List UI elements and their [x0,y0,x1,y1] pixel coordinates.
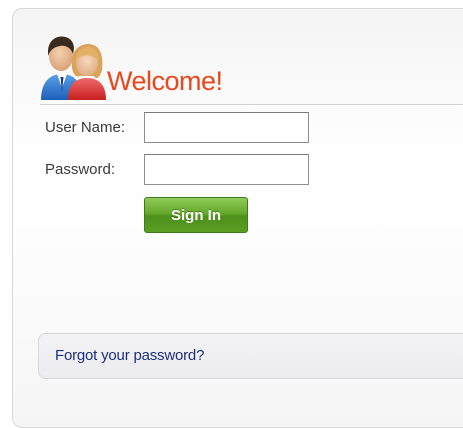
username-label: User Name: [45,119,126,136]
header-divider [40,104,463,105]
forgot-password-link[interactable]: Forgot your password? [55,347,204,365]
password-field[interactable] [144,154,309,185]
sign-in-button[interactable]: Sign In [144,197,248,233]
users-icon [41,36,106,100]
page-title: Welcome! [107,66,223,96]
password-label: Password: [45,161,116,178]
username-field[interactable] [144,112,309,143]
forgot-password-bar: Forgot your password? [38,333,463,379]
